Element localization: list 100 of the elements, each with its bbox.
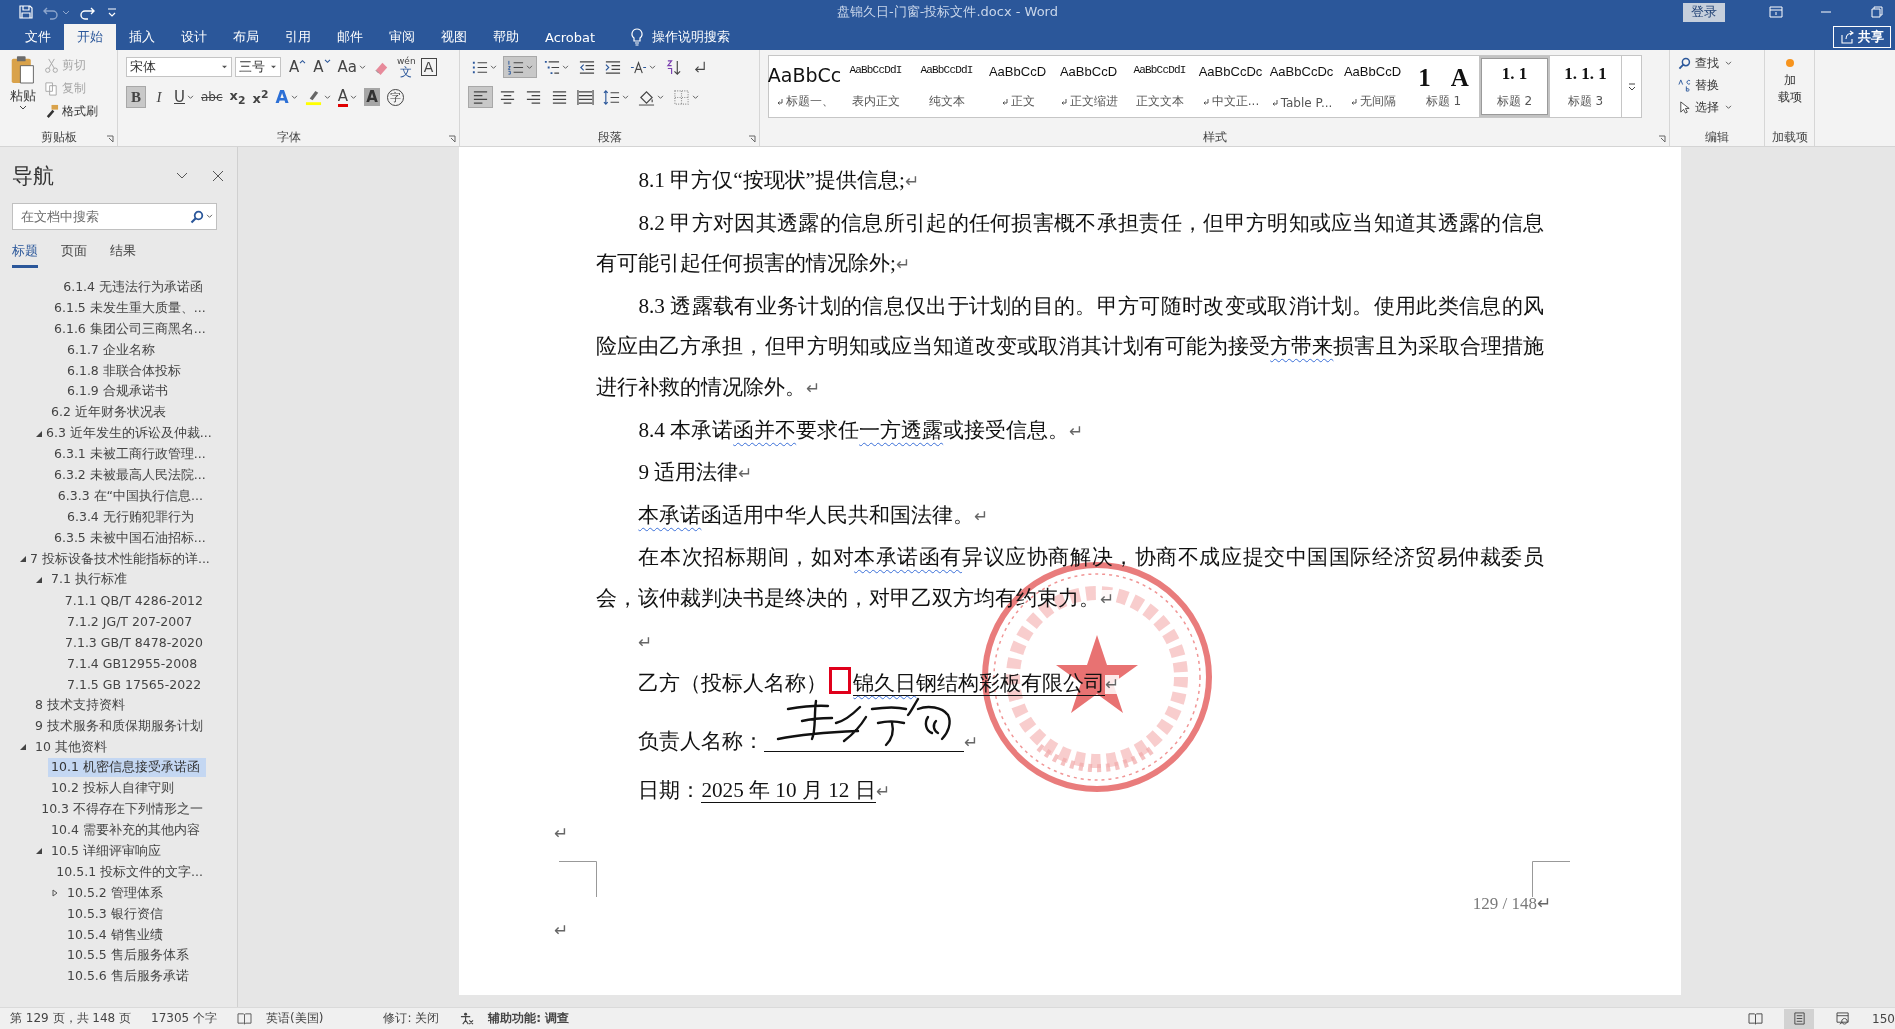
heading-item[interactable]: 6.3.2 未被最高人民法院... (51, 465, 209, 485)
heading-item[interactable]: 10.5.6 售后服务承诺 (64, 967, 206, 987)
ribbon-display-options-icon[interactable] (1769, 6, 1783, 18)
search-field[interactable]: 在文档中搜索 (12, 203, 217, 230)
ribbon-tab[interactable]: 帮助 (480, 24, 532, 50)
style-item[interactable]: 1. 1. 1 标题 3 (1550, 56, 1621, 117)
heading-item[interactable]: 10.5.2 管理体系 (64, 883, 206, 903)
ribbon-tab[interactable]: 邮件 (324, 24, 376, 50)
search-input[interactable]: 在文档中搜索 (19, 208, 190, 225)
heading-item[interactable]: 7.1.5 GB 17565-2022 (64, 675, 206, 693)
expanded-triangle-icon[interactable] (35, 575, 43, 584)
heading-item[interactable]: 7.1.4 GB12955-2008 (64, 654, 206, 672)
subscript-button[interactable]: x$_{2}$ (227, 86, 248, 108)
expanded-triangle-icon[interactable] (35, 847, 43, 856)
sign-in-button[interactable]: 登录 (1683, 2, 1725, 22)
heading-item[interactable]: 8 技术支持资料 (32, 695, 206, 715)
expanded-triangle-icon[interactable] (19, 743, 27, 752)
painter-button[interactable]: 格式刷 (44, 101, 98, 121)
change-case-button[interactable]: Aa (335, 56, 368, 78)
heading-item[interactable]: 7.1 执行标准 (48, 570, 206, 590)
heading-item[interactable]: 7.1.2 JG/T 207-2007 (64, 613, 206, 631)
word-count[interactable]: 17305 个字 (151, 1010, 218, 1027)
align-left-button[interactable] (468, 86, 493, 108)
pane-tab[interactable]: 页面 (61, 242, 87, 268)
proofing-book-icon[interactable] (237, 1012, 253, 1025)
heading-item[interactable]: 9 技术服务和质保期服务计划 (32, 716, 206, 736)
heading-item[interactable]: 10 其他资料 (32, 737, 206, 757)
dialog-launcher-icon[interactable] (448, 135, 456, 143)
ribbon-tab[interactable]: 引用 (272, 24, 324, 50)
page-count[interactable]: 第 129 页，共 148 页 (10, 1010, 132, 1027)
ribbon-tab[interactable]: 插入 (116, 24, 168, 50)
language-indicator[interactable]: 英语(美国) (266, 1010, 324, 1027)
pane-tab[interactable]: 结果 (110, 242, 136, 268)
style-item[interactable]: AaBbCcDdI 正文文本 (1124, 56, 1195, 117)
search-icon[interactable] (190, 209, 204, 224)
heading-item[interactable]: 10.5.3 银行资信 (64, 904, 206, 924)
heading-item[interactable]: 7 投标设备技术性能指标的详... (27, 549, 213, 569)
font-name-dropdown[interactable]: 宋体 (126, 57, 232, 77)
heading-item[interactable]: 10.4 需要补充的其他内容 (48, 821, 206, 841)
heading-item[interactable]: 6.1.8 非联合体投标 (64, 361, 206, 381)
heading-item[interactable]: 6.3.3 在“中国执行信息... (54, 486, 206, 506)
expanded-triangle-icon[interactable] (19, 555, 27, 563)
italic-button[interactable]: I (149, 86, 169, 108)
font-color-button[interactable]: A (335, 86, 359, 108)
ribbon-tab[interactable]: 审阅 (376, 24, 428, 50)
style-item[interactable]: AaBbCcDc 中文正... (1195, 56, 1266, 117)
heading-item[interactable]: 6.1.4 无违法行为承诺函 (60, 277, 206, 297)
heading-item[interactable]: 10.1 机密信息接受承诺函 (48, 758, 206, 778)
superscript-button[interactable]: x$^{2}$ (250, 86, 271, 108)
expanded-triangle-icon[interactable] (35, 429, 43, 438)
replace-button[interactable]: 替换 (1678, 76, 1756, 94)
ribbon-tab[interactable]: 设计 (168, 24, 220, 50)
style-item[interactable]: AaBbCc 标题一、 (769, 56, 840, 117)
zoom-level[interactable]: 150 (1872, 1011, 1895, 1026)
underline-button[interactable]: U (172, 86, 196, 108)
ribbon-tab[interactable]: Acrobat (532, 24, 609, 50)
style-item[interactable]: 1. 1 标题 2 (1479, 56, 1550, 117)
heading-item[interactable]: 10.5.5 售后服务体系 (64, 946, 206, 966)
heading-item[interactable]: 6.1.6 集团公司三商黑名... (51, 319, 209, 339)
save-icon[interactable] (18, 4, 34, 20)
strikethrough-button[interactable]: abc (199, 86, 225, 108)
grow-font-button[interactable]: A (287, 56, 309, 78)
heading-item[interactable]: 10.5.4 销售业绩 (64, 925, 206, 945)
ribbon-tab[interactable]: 开始 (64, 24, 116, 50)
ribbon-tab[interactable]: 文件 (12, 24, 64, 50)
pane-tab[interactable]: 标题 (12, 242, 38, 268)
heading-item[interactable]: 6.2 近年财务状况表 (48, 403, 206, 423)
character-shading-button[interactable]: A (362, 86, 382, 108)
paste-button[interactable]: 粘贴 (8, 55, 38, 128)
restore-icon[interactable] (1869, 6, 1883, 18)
text-effects-button[interactable]: A (273, 86, 300, 108)
ribbon-tab[interactable]: 布局 (220, 24, 272, 50)
style-item[interactable]: AaBbCcD 正文缩进 (1053, 56, 1124, 117)
heading-item[interactable]: 10.5.1 投标文件的文字... (53, 862, 206, 882)
select-button[interactable]: 选择 (1678, 98, 1756, 116)
shrink-font-button[interactable]: A (311, 56, 333, 78)
share-button[interactable]: 共享 (1833, 26, 1891, 48)
heading-item[interactable]: 6.1.5 未发生重大质量、... (51, 298, 209, 318)
collapsed-triangle-icon[interactable] (51, 889, 59, 898)
print-view-button[interactable] (1784, 1008, 1815, 1029)
style-item[interactable]: AaBbCcD 无间隔 (1337, 56, 1408, 117)
tell-me-search[interactable]: 操作说明搜索 (644, 24, 731, 50)
caret-icon[interactable] (62, 8, 70, 16)
heading-item[interactable]: 10.2 投标人自律守则 (48, 779, 206, 799)
bold-button[interactable]: B (126, 86, 146, 108)
dialog-launcher-icon[interactable] (106, 135, 114, 143)
dialog-launcher-icon[interactable] (1658, 135, 1666, 143)
phonetic-guide-button[interactable]: wén 文 (395, 56, 418, 78)
heading-item[interactable]: 6.1.7 企业名称 (64, 340, 206, 360)
add-ins-button[interactable]: 加 载项 (1777, 55, 1802, 128)
heading-item[interactable]: 6.1.9 合规承诺书 (64, 382, 206, 402)
close-icon[interactable] (211, 169, 225, 183)
numbering-button[interactable] (503, 56, 537, 78)
heading-item[interactable]: 7.1.1 QB/T 4286-2012 (61, 592, 206, 610)
style-item[interactable]: AaBbCcDc Table P... (1266, 56, 1337, 117)
heading-item[interactable]: 7.1.3 GB/T 8478-2020 (62, 634, 206, 652)
heading-item[interactable]: 10.5 详细评审响应 (48, 842, 206, 861)
ribbon-tab[interactable]: 视图 (428, 24, 480, 50)
heading-item[interactable]: 6.3.1 未被工商行政管理... (51, 445, 209, 465)
heading-item[interactable]: 6.3.5 未被中国石油招标... (51, 528, 209, 548)
